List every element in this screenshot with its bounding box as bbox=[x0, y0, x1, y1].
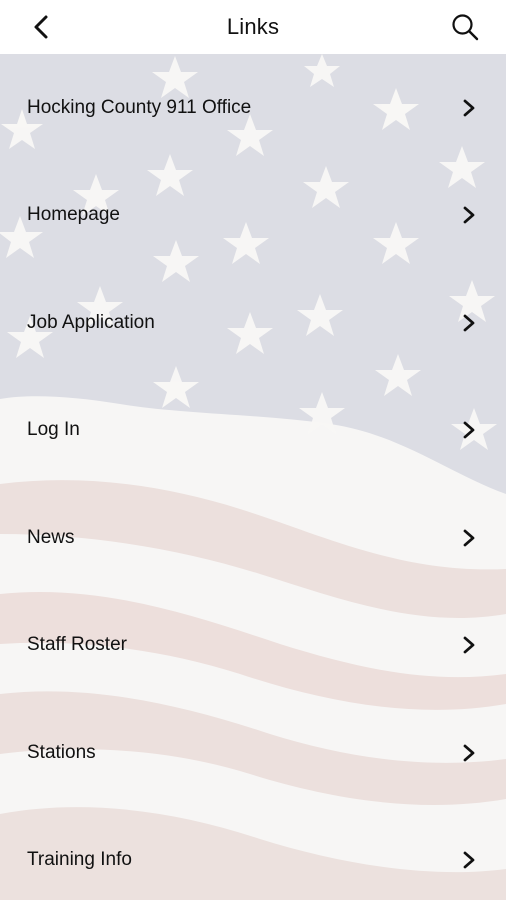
list-item-label: Training Info bbox=[27, 849, 132, 871]
list-item-label: Stations bbox=[27, 742, 96, 764]
chevron-right-icon bbox=[462, 635, 476, 655]
chevron-right-icon bbox=[462, 313, 476, 333]
list-item-label: Log In bbox=[27, 419, 80, 441]
chevron-right-icon bbox=[462, 850, 476, 870]
list-item-label: News bbox=[27, 527, 75, 549]
search-button[interactable] bbox=[448, 10, 482, 44]
chevron-right-icon bbox=[462, 743, 476, 763]
list-item-news[interactable]: News bbox=[0, 484, 506, 592]
chevron-right-icon bbox=[462, 420, 476, 440]
list-item-label: Homepage bbox=[27, 204, 120, 226]
back-button[interactable] bbox=[24, 10, 58, 44]
chevron-right-icon bbox=[462, 528, 476, 548]
list-item-label: Job Application bbox=[27, 312, 155, 334]
list-item-label: Hocking County 911 Office bbox=[27, 97, 251, 119]
list-item-homepage[interactable]: Homepage bbox=[0, 162, 506, 270]
list-item-staff-roster[interactable]: Staff Roster bbox=[0, 592, 506, 700]
page-title: Links bbox=[227, 14, 279, 40]
list-item-training-info[interactable]: Training Info bbox=[0, 807, 506, 914]
chevron-left-icon bbox=[32, 14, 50, 40]
search-icon bbox=[451, 13, 479, 41]
top-bar: Links bbox=[0, 0, 506, 54]
chevron-right-icon bbox=[462, 205, 476, 225]
chevron-right-icon bbox=[462, 98, 476, 118]
list-item-label: Staff Roster bbox=[27, 634, 127, 656]
list-item-job-application[interactable]: Job Application bbox=[0, 269, 506, 377]
list-item-log-in[interactable]: Log In bbox=[0, 377, 506, 485]
list-item-stations[interactable]: Stations bbox=[0, 699, 506, 807]
links-list: Hocking County 911 Office Homepage Job A… bbox=[0, 54, 506, 900]
list-item-hocking-county-911-office[interactable]: Hocking County 911 Office bbox=[0, 54, 506, 162]
